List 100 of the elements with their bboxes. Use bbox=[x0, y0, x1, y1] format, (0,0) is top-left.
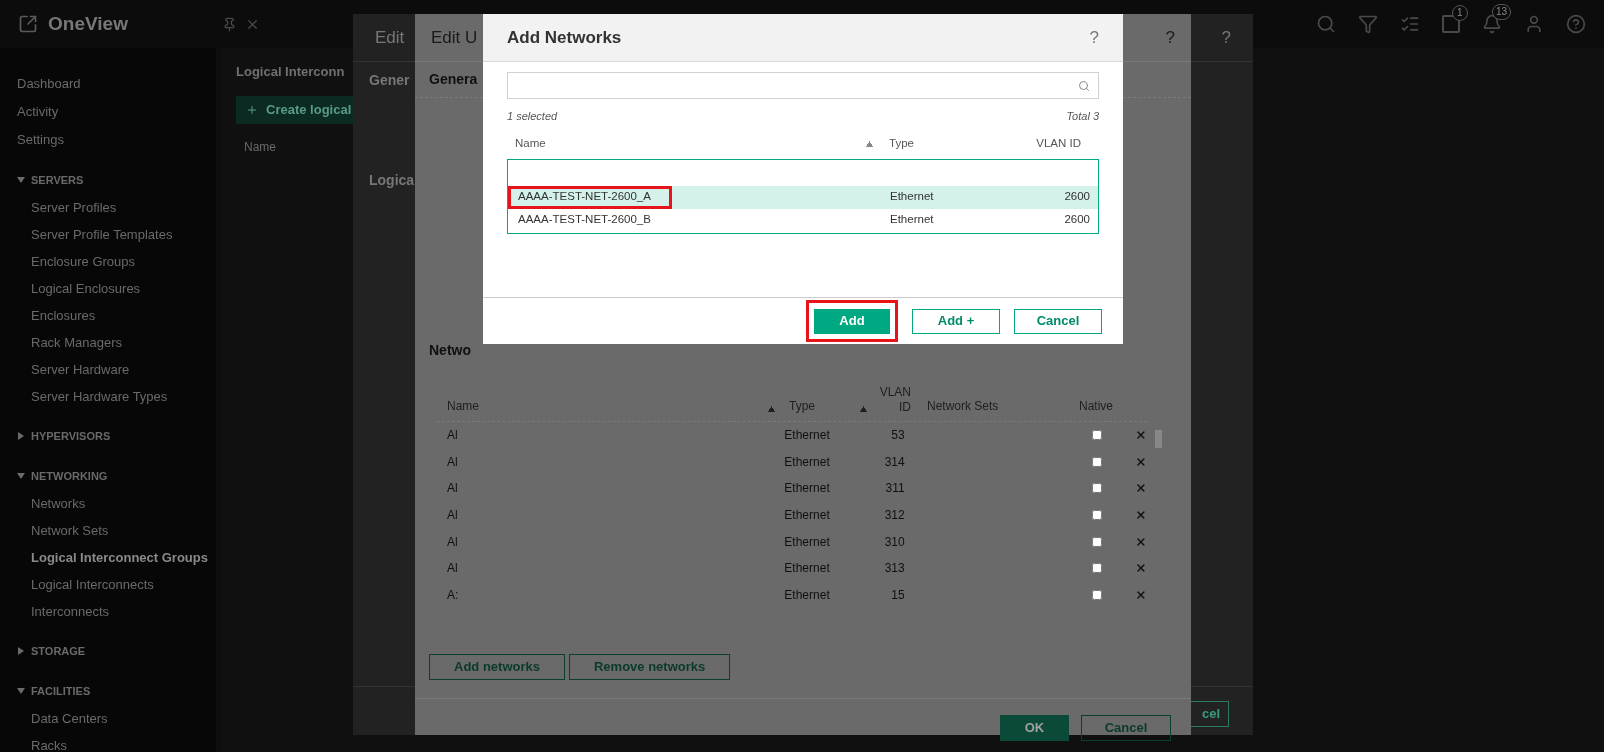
scrollbar-thumb[interactable] bbox=[1155, 430, 1162, 448]
sidebar-section[interactable]: HYPERVISORS bbox=[31, 427, 111, 445]
column-header[interactable]: VLAN ID bbox=[989, 134, 1099, 153]
table-cell-text: Al bbox=[446, 480, 459, 498]
sidebar-item[interactable]: Logical Enclosures bbox=[31, 275, 141, 302]
native-checkbox[interactable] bbox=[1092, 456, 1103, 467]
remove-icon[interactable] bbox=[1135, 429, 1147, 442]
table-cell-text: 310 bbox=[883, 533, 905, 551]
section-heading: Netwo bbox=[429, 342, 471, 358]
sidebar-item[interactable]: Rack Managers bbox=[31, 329, 123, 356]
help-mark[interactable]: ? bbox=[1165, 24, 1175, 51]
help-mark[interactable]: ? bbox=[1221, 24, 1231, 51]
sidebar-section[interactable]: STORAGE bbox=[31, 642, 86, 660]
dialog-button[interactable]: Cancel bbox=[1014, 308, 1102, 334]
dialog-title: Edit U bbox=[431, 26, 478, 49]
sidebar-item[interactable]: Logical Interconnects bbox=[31, 571, 154, 598]
caret-icon[interactable] bbox=[17, 176, 25, 184]
table-cell-text: Al bbox=[446, 560, 459, 578]
sidebar-item[interactable]: Logical Interconnect Groups bbox=[31, 544, 208, 571]
ok-button[interactable]: OK bbox=[1000, 715, 1069, 742]
native-checkbox[interactable] bbox=[1092, 430, 1103, 441]
column-header[interactable]: Type bbox=[879, 134, 989, 153]
outline-button[interactable]: Add networks bbox=[429, 654, 565, 681]
table-cell-text: 313 bbox=[883, 560, 905, 578]
sidebar-section[interactable]: SERVERS bbox=[31, 171, 84, 189]
sidebar-item[interactable]: Dashboard bbox=[17, 70, 81, 98]
network-row[interactable]: AAAA-TEST-NET-2600_A Ethernet 2600 bbox=[508, 185, 1098, 209]
alerts-badge: 1 bbox=[1452, 5, 1468, 21]
cancel-button[interactable]: Cancel bbox=[1081, 715, 1171, 742]
filter-icon[interactable] bbox=[1358, 14, 1378, 34]
sidebar-item[interactable]: Server Hardware Types bbox=[31, 383, 168, 410]
page-title: Logical Interconn bbox=[236, 63, 345, 81]
table-cell-text: Ethernet bbox=[889, 189, 935, 205]
sidebar-item[interactable]: Networks bbox=[31, 490, 86, 517]
sidebar-section[interactable]: NETWORKING bbox=[31, 467, 108, 485]
remove-icon[interactable] bbox=[1135, 482, 1147, 495]
search-icon[interactable] bbox=[1316, 14, 1336, 34]
total-count: Total 3 bbox=[1066, 109, 1099, 124]
remove-icon[interactable] bbox=[1135, 562, 1147, 575]
native-checkbox[interactable] bbox=[1092, 563, 1103, 574]
table-cell-text: Ethernet bbox=[783, 427, 831, 445]
help-mark[interactable]: ? bbox=[1089, 24, 1099, 51]
table-cell-text: Ethernet bbox=[783, 480, 831, 498]
table-cell-text: Ethernet bbox=[783, 453, 831, 471]
sidebar-item[interactable]: Server Profiles bbox=[31, 194, 117, 221]
sidebar-item[interactable]: Interconnects bbox=[31, 598, 110, 625]
column-header[interactable]: VLAN ID bbox=[873, 385, 911, 415]
table-cell-text: Ethernet bbox=[783, 507, 831, 525]
section-heading: Genera bbox=[429, 70, 478, 89]
table-cell-text: Al bbox=[446, 533, 459, 551]
app-logo-text: OneView bbox=[48, 11, 128, 36]
help-icon[interactable] bbox=[1566, 14, 1586, 34]
checklist-icon[interactable] bbox=[1400, 14, 1420, 34]
sidebar-item[interactable]: Server Hardware bbox=[31, 356, 130, 383]
table-cell-text: Ethernet bbox=[783, 533, 831, 551]
network-row[interactable]: AAAA-TEST-NET-2600_B Ethernet 2600 bbox=[508, 208, 1098, 232]
native-checkbox[interactable] bbox=[1092, 589, 1103, 600]
sidebar-item[interactable]: Enclosure Groups bbox=[31, 248, 136, 275]
notifications-badge: 13 bbox=[1492, 4, 1512, 20]
remove-icon[interactable] bbox=[1135, 535, 1147, 548]
remove-icon[interactable] bbox=[1135, 588, 1147, 601]
bell-icon[interactable] bbox=[1482, 14, 1502, 34]
dialog-title: Add Networks bbox=[507, 26, 622, 49]
user-icon[interactable] bbox=[1524, 14, 1544, 34]
dialog-button[interactable]: Add bbox=[814, 308, 890, 334]
table-cell-text: 314 bbox=[883, 453, 905, 471]
remove-icon[interactable] bbox=[1135, 509, 1147, 522]
sidebar-section[interactable]: FACILITIES bbox=[31, 682, 91, 700]
caret-icon[interactable] bbox=[17, 687, 25, 695]
column-header[interactable]: Network Sets bbox=[911, 397, 1071, 415]
outline-button[interactable]: Remove networks bbox=[568, 654, 731, 681]
dialog-button[interactable]: Add + bbox=[912, 308, 1000, 334]
search-field[interactable] bbox=[507, 72, 1099, 99]
caret-icon[interactable] bbox=[17, 432, 25, 440]
column-header: Name bbox=[244, 138, 276, 156]
table-cell-text: AAAA-TEST-NET-2600_B bbox=[517, 212, 652, 228]
sidebar-item[interactable]: Racks bbox=[31, 732, 68, 752]
logo-icon bbox=[18, 14, 38, 34]
column-header[interactable]: Native bbox=[1071, 397, 1131, 415]
native-checkbox[interactable] bbox=[1092, 483, 1103, 494]
table-cell: AAAA-TEST-NET-2600_A bbox=[508, 185, 672, 209]
table-cell-text: 2600 bbox=[1063, 189, 1091, 205]
sidebar-item[interactable]: Server Profile Templates bbox=[31, 221, 173, 248]
native-checkbox[interactable] bbox=[1092, 510, 1103, 521]
table-cell-text: 15 bbox=[890, 586, 905, 604]
section-heading: Logica bbox=[369, 171, 415, 190]
remove-icon[interactable] bbox=[1135, 455, 1147, 468]
sidebar-item[interactable]: Enclosures bbox=[31, 302, 96, 329]
caret-icon[interactable] bbox=[17, 647, 25, 655]
native-checkbox[interactable] bbox=[1092, 536, 1103, 547]
sidebar-item[interactable]: Data Centers bbox=[31, 705, 108, 732]
pin-icon[interactable] bbox=[222, 16, 237, 32]
table-cell-text: Al bbox=[446, 427, 459, 445]
dialog-title: Edit bbox=[375, 26, 405, 49]
sidebar-item[interactable]: Settings bbox=[17, 126, 64, 154]
sidebar-item[interactable]: Activity bbox=[17, 98, 59, 126]
caret-icon[interactable] bbox=[17, 472, 25, 480]
table-cell-text: Ethernet bbox=[783, 560, 831, 578]
sidebar-item[interactable]: Network Sets bbox=[31, 517, 109, 544]
table-cell-text: Ethernet bbox=[783, 586, 831, 604]
